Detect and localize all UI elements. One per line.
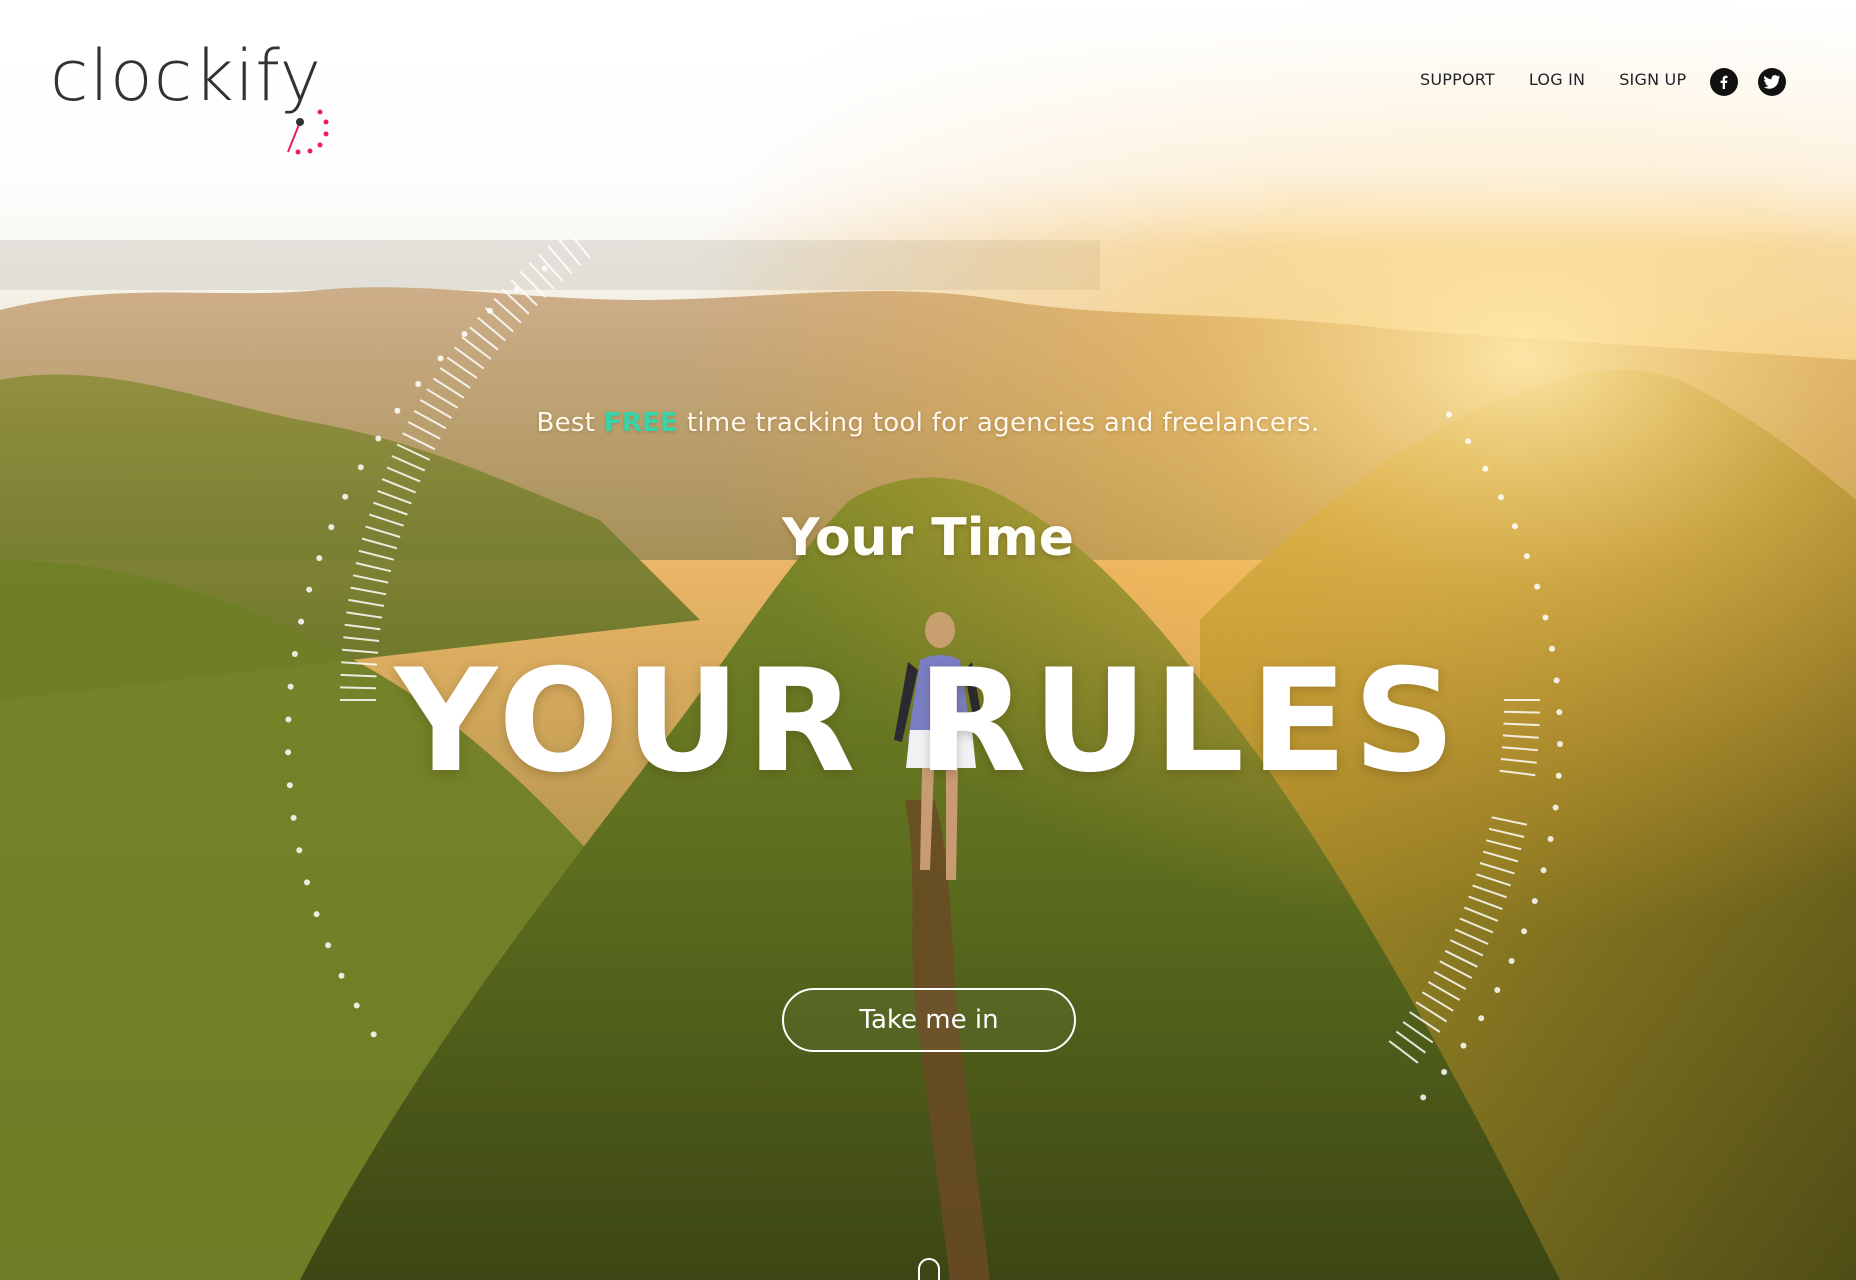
nav-support-link[interactable]: SUPPORT bbox=[1420, 70, 1495, 89]
hero-tagline: Best FREE time tracking tool for agencie… bbox=[0, 408, 1856, 438]
tagline-free-highlight: FREE bbox=[603, 408, 679, 438]
nav-signup-link[interactable]: SIGN UP bbox=[1619, 70, 1686, 89]
tagline-suffix: time tracking tool for agencies and free… bbox=[678, 408, 1320, 438]
clockify-logo[interactable]: clockify bbox=[50, 36, 329, 155]
headline-your-rules: YOUR RULES bbox=[394, 639, 1462, 804]
twitter-icon[interactable] bbox=[1758, 68, 1786, 96]
facebook-icon[interactable] bbox=[1710, 68, 1738, 96]
logo-clock-dial-icon bbox=[287, 109, 329, 155]
tagline-prefix: Best bbox=[536, 408, 604, 438]
scroll-down-indicator[interactable] bbox=[918, 1258, 940, 1280]
main-nav: SUPPORT LOG IN SIGN UP bbox=[1420, 70, 1720, 89]
landing-page: clockify SUPPORT LOG IN SIGN UP Best FRE… bbox=[0, 0, 1856, 1280]
take-me-in-button[interactable]: Take me in bbox=[782, 988, 1076, 1052]
site-header: clockify SUPPORT LOG IN SIGN UP bbox=[0, 0, 1856, 170]
headline-your-time: Your Time bbox=[781, 508, 1075, 568]
nav-login-link[interactable]: LOG IN bbox=[1529, 70, 1585, 89]
